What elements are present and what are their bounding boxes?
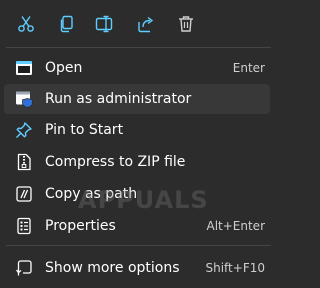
menu-item-label: Copy as path xyxy=(45,186,138,202)
menu-item-shortcut: Alt+Enter xyxy=(206,219,265,233)
properties-icon xyxy=(15,217,33,235)
shield-icon xyxy=(15,90,33,108)
share-icon xyxy=(137,15,155,33)
zip-icon xyxy=(15,153,33,171)
cut-icon xyxy=(17,15,35,33)
menu-item-label: Run as administrator xyxy=(45,91,192,107)
menu-item-show-more-options[interactable]: Show more options Shift+F10 xyxy=(4,253,270,283)
delete-button[interactable] xyxy=(172,11,200,37)
more-options-icon xyxy=(15,259,33,277)
menu-item-label: Open xyxy=(45,60,83,76)
open-icon xyxy=(15,59,33,77)
menu-item-pin-to-start[interactable]: Pin to Start xyxy=(4,115,270,145)
menu-item-label: Pin to Start xyxy=(45,122,124,138)
menu-item-label: Compress to ZIP file xyxy=(45,154,186,170)
rename-icon xyxy=(95,15,115,33)
share-button[interactable] xyxy=(132,11,160,37)
menu-item-run-as-administrator[interactable]: Run as administrator xyxy=(4,84,270,114)
menu-item-properties[interactable]: Properties Alt+Enter xyxy=(4,211,270,241)
menu-item-copy-as-path[interactable]: Copy as path xyxy=(4,179,270,209)
copy-icon xyxy=(58,15,76,33)
pin-icon xyxy=(15,121,33,139)
copy-button[interactable] xyxy=(53,11,81,37)
menu-item-label: Properties xyxy=(45,218,116,234)
separator xyxy=(6,245,271,246)
menu-item-shortcut: Enter xyxy=(232,61,265,75)
quick-actions-bar xyxy=(0,0,277,46)
menu-item-compress-to-zip[interactable]: Compress to ZIP file xyxy=(4,147,270,177)
menu-item-shortcut: Shift+F10 xyxy=(205,261,265,275)
rename-button[interactable] xyxy=(91,11,119,37)
separator xyxy=(6,47,271,48)
delete-icon xyxy=(177,15,195,33)
context-menu: Open Enter Run as administrator Pin to S… xyxy=(0,0,277,288)
menu-item-open[interactable]: Open Enter xyxy=(4,53,270,83)
cut-button[interactable] xyxy=(12,11,40,37)
menu-item-label: Show more options xyxy=(45,260,180,276)
copy-path-icon xyxy=(15,185,33,203)
